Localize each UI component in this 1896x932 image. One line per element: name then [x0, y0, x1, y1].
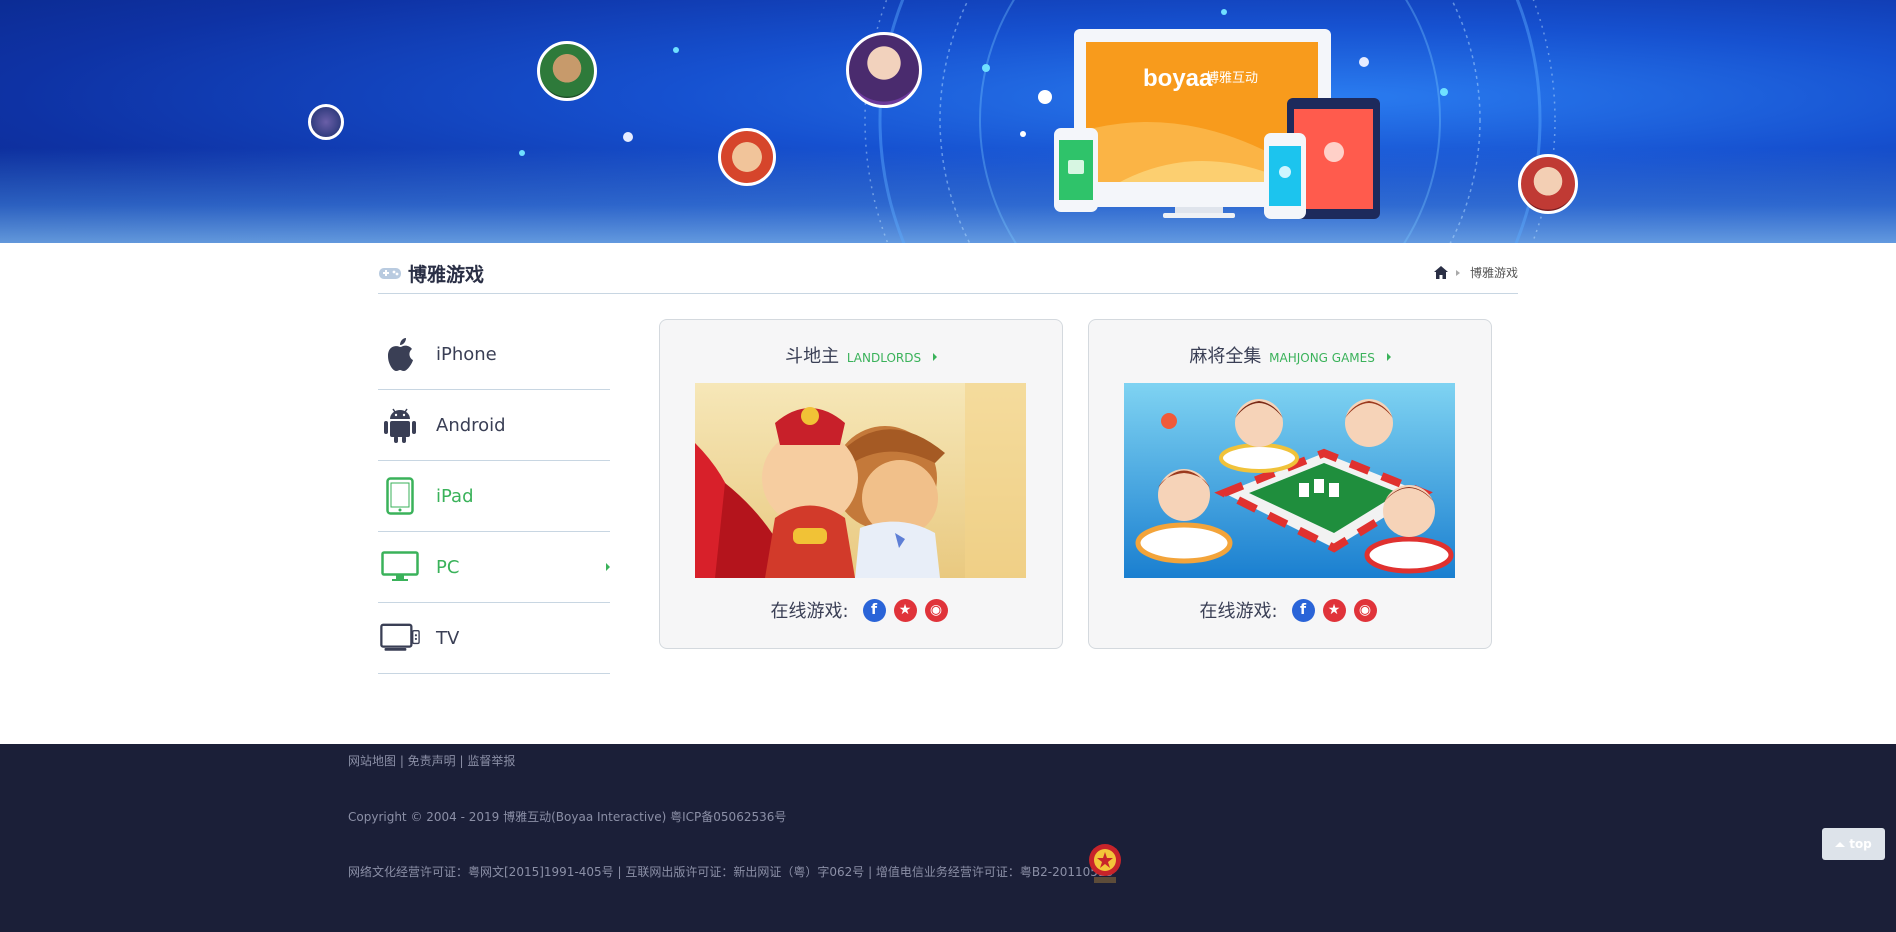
card-title[interactable]: 麻将全集 MAHJONG GAMES	[1089, 342, 1491, 368]
avatar-soldier	[537, 41, 597, 101]
avatar-small	[308, 104, 344, 140]
online-games-row: 在线游戏: f ★ ◉	[1089, 597, 1491, 623]
chevron-right-icon	[1386, 353, 1391, 361]
card-title-en: MAHJONG GAMES	[1269, 351, 1375, 365]
avatar-landlord	[718, 128, 776, 186]
footer: 网站地图 | 免责声明 | 监督举报 Copyright © 2004 - 20…	[0, 744, 1896, 932]
vip-star-icon[interactable]: ★	[893, 598, 917, 622]
sidebar-item-android[interactable]: Android	[378, 390, 610, 461]
footer-links[interactable]: 网站地图 | 免责声明 | 监督举报	[348, 752, 515, 769]
avatar-woman	[846, 32, 922, 108]
online-games-row: 在线游戏: f ★ ◉	[660, 597, 1062, 623]
gamepad-icon	[379, 268, 401, 279]
apple-icon	[380, 334, 420, 374]
sidebar-item-label: iPad	[436, 485, 474, 507]
home-icon[interactable]	[1433, 266, 1448, 279]
facebook-icon[interactable]: f	[1291, 598, 1315, 622]
sidebar-item-label: TV	[436, 627, 460, 649]
iphone-illustration	[1264, 133, 1306, 219]
police-emblem-icon[interactable]	[1086, 842, 1124, 886]
svg-text:boyaa: boyaa	[1143, 65, 1213, 92]
avatar-player	[1518, 154, 1578, 214]
mahjong-game-image[interactable]	[1124, 383, 1455, 578]
landlords-game-image[interactable]	[695, 383, 1026, 578]
facebook-icon[interactable]: f	[862, 598, 886, 622]
card-title-cn: 麻将全集	[1189, 346, 1262, 367]
sidebar-item-label: Android	[436, 414, 506, 436]
card-title-cn: 斗地主	[785, 346, 840, 367]
back-to-top-label: top	[1849, 837, 1872, 851]
breadcrumb: 博雅游戏	[1433, 264, 1518, 281]
footer-licenses: 网络文化经营许可证：粤网文[2015]1991-405号 | 互联网出版许可证：…	[348, 865, 1114, 879]
sidebar-item-pc[interactable]: PC	[378, 532, 610, 603]
sidebar-item-ipad[interactable]: iPad	[378, 461, 610, 532]
footer-copyright: Copyright © 2004 - 2019 博雅互动(Boyaa Inter…	[348, 810, 787, 824]
weibo-icon[interactable]: ◉	[1353, 598, 1377, 622]
android-icon	[380, 405, 420, 445]
game-card-mahjong: 麻将全集 MAHJONG GAMES 在线游戏: f ★ ◉	[1088, 319, 1492, 649]
sidebar-item-label: PC	[436, 556, 460, 578]
platform-sidebar: iPhone Android iPad PC TV	[378, 319, 610, 674]
card-title-en: LANDLORDS	[846, 351, 922, 365]
sidebar-item-iphone[interactable]: iPhone	[378, 319, 610, 390]
vip-star-icon[interactable]: ★	[1322, 598, 1346, 622]
game-card-landlords: 斗地主 LANDLORDS 在线游戏: f ★ ◉	[659, 319, 1063, 649]
chevron-right-icon	[932, 353, 937, 361]
banner-decoration: boyaa 博雅互动	[519, 0, 1556, 243]
page-title: 博雅游戏	[408, 264, 485, 286]
section-header: 博雅游戏 博雅游戏	[378, 258, 1518, 294]
android-phone-illustration	[1054, 128, 1098, 212]
monitor-icon	[380, 547, 420, 587]
online-label: 在线游戏:	[770, 601, 849, 622]
back-to-top-button[interactable]: top	[1822, 828, 1885, 860]
weibo-icon[interactable]: ◉	[924, 598, 948, 622]
breadcrumb-separator	[1455, 269, 1460, 276]
sidebar-item-tv[interactable]: TV	[378, 603, 610, 674]
tablet-icon	[380, 476, 420, 516]
svg-text:博雅互动: 博雅互动	[1206, 71, 1258, 86]
tv-icon	[380, 618, 420, 658]
online-label: 在线游戏:	[1199, 601, 1278, 622]
sidebar-item-label: iPhone	[436, 343, 497, 365]
chevron-right-icon	[606, 563, 610, 571]
breadcrumb-current: 博雅游戏	[1469, 266, 1518, 280]
hero-banner: boyaa 博雅互动	[0, 0, 1896, 243]
arrow-up-icon	[1835, 841, 1846, 847]
card-title[interactable]: 斗地主 LANDLORDS	[660, 342, 1062, 368]
